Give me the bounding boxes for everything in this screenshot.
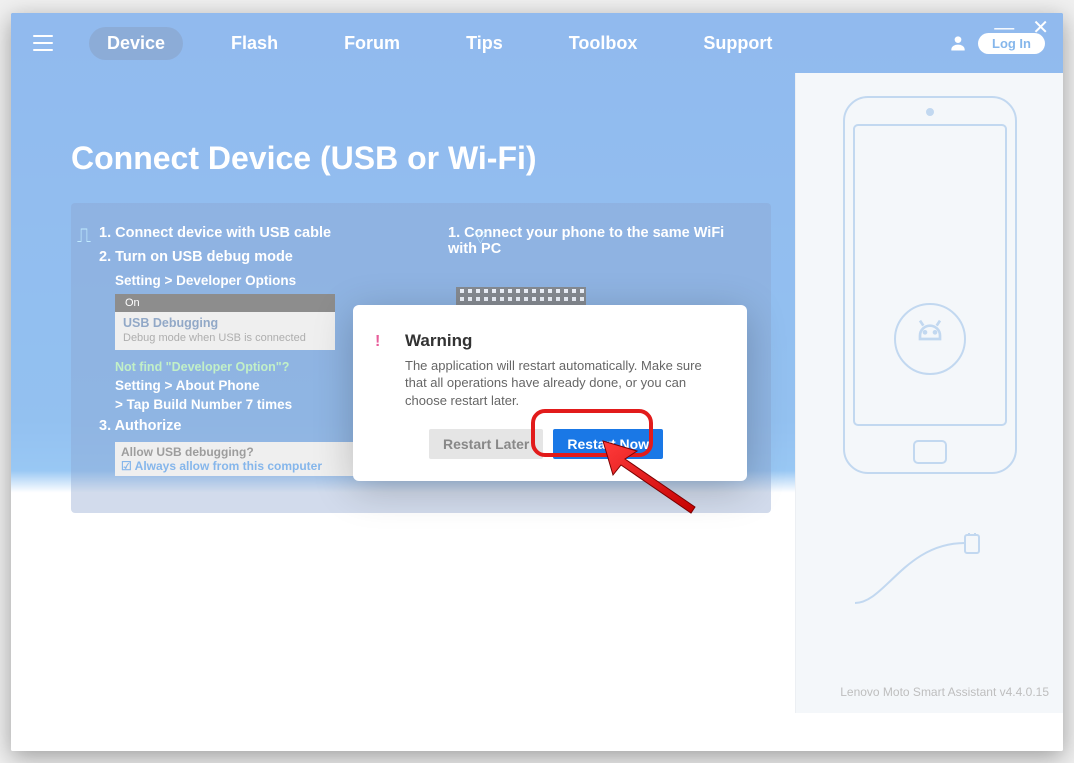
warning-icon: ! [375, 333, 380, 351]
app-window: — ✕ Device Flash Forum Tips Toolbox Supp… [11, 13, 1063, 751]
restart-later-button[interactable]: Restart Later [429, 429, 543, 459]
restart-now-button[interactable]: Restart Now [553, 429, 663, 459]
modal-title: Warning [405, 331, 719, 351]
modal-body: The application will restart automatical… [405, 357, 719, 410]
warning-modal: ! Warning The application will restart a… [353, 305, 747, 482]
